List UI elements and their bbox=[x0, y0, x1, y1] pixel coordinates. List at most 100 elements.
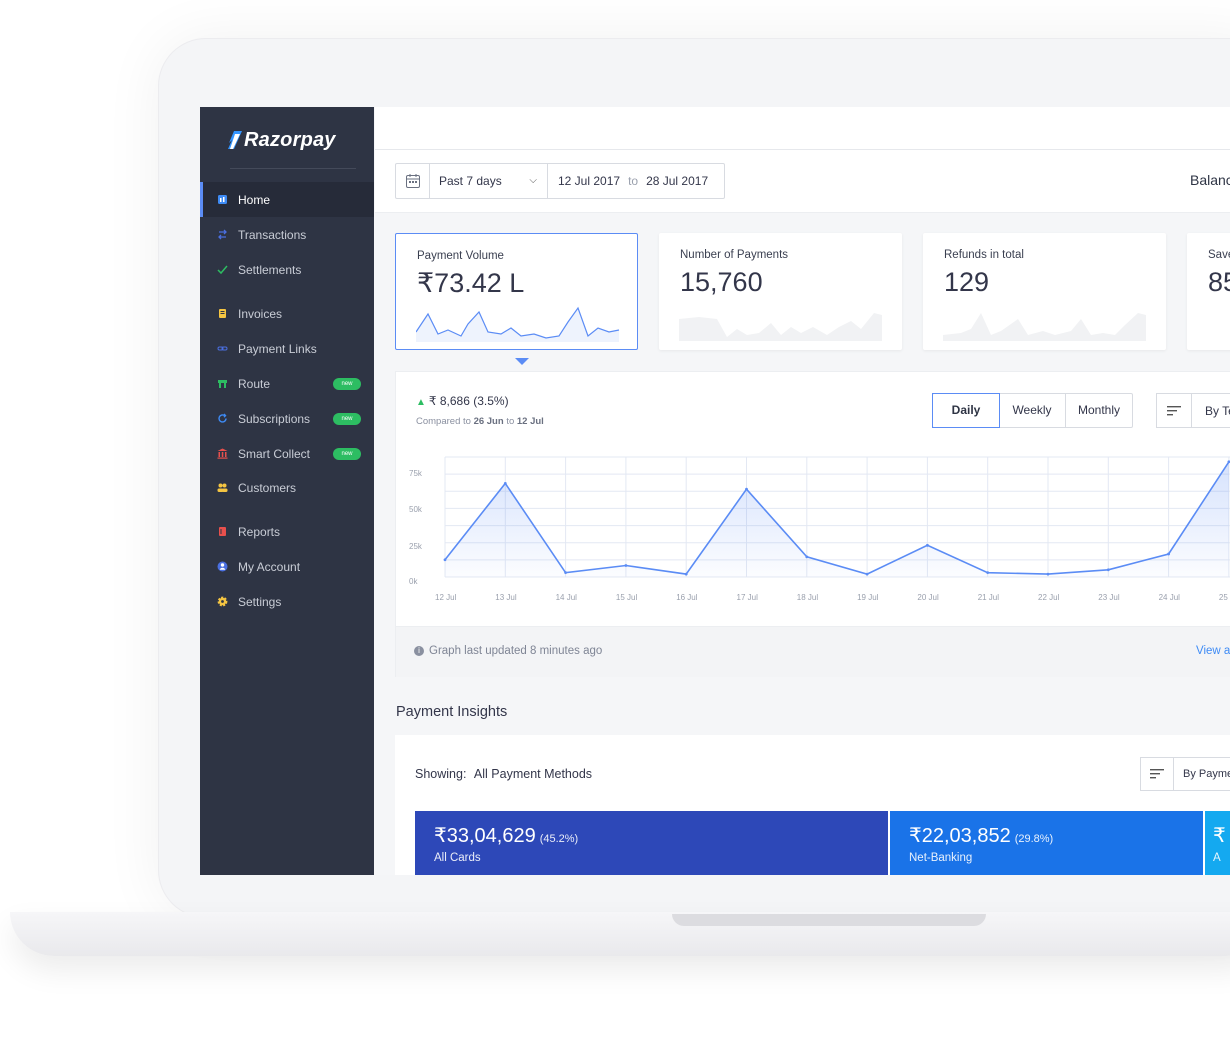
main-content: Past 7 days ⌵ 12 Jul 2017 to 28 Jul 2017… bbox=[375, 107, 1230, 875]
from-date[interactable]: 12 Jul 2017 bbox=[558, 174, 620, 188]
calendar-icon[interactable] bbox=[396, 164, 430, 198]
tile-amount-value: ₹ bbox=[1213, 825, 1226, 847]
data-point-20-jul[interactable] bbox=[926, 543, 929, 547]
card-label: Refunds in total bbox=[944, 249, 1024, 261]
x-tick-label: 23 Jul bbox=[1098, 593, 1120, 602]
sidebar-item-invoices[interactable]: Invoices bbox=[200, 296, 374, 331]
new-badge: new bbox=[333, 412, 361, 425]
refresh-icon bbox=[218, 413, 227, 423]
x-tick-label: 14 Jul bbox=[556, 593, 578, 602]
y-tick-label: 25k bbox=[409, 542, 423, 551]
to-label: to bbox=[628, 174, 639, 188]
insight-tile-netbanking[interactable]: ₹22,03,852 (29.8%) Net-Banking bbox=[890, 811, 1203, 875]
data-point-16-jul[interactable] bbox=[684, 572, 688, 576]
sidebar-item-transactions[interactable]: Transactions bbox=[200, 217, 374, 252]
range-select[interactable]: Past 7 days ⌵ bbox=[430, 164, 548, 198]
card-label: Payment Volume bbox=[417, 250, 504, 262]
data-point-12-jul[interactable] bbox=[443, 558, 447, 562]
to-date[interactable]: 28 Jul 2017 bbox=[646, 174, 708, 188]
top-bar bbox=[375, 107, 1230, 150]
customers-icon bbox=[217, 483, 228, 492]
gear-icon bbox=[217, 596, 228, 607]
data-point-23-jul[interactable] bbox=[1106, 568, 1110, 572]
laptop-base bbox=[10, 912, 1230, 956]
sidebar-item-label: Smart Collect bbox=[238, 446, 311, 461]
tile-amount: ₹33,04,629 (45.2%) bbox=[434, 823, 578, 848]
view-all-link[interactable]: View a bbox=[1196, 645, 1230, 657]
sidebar-item-subscriptions[interactable]: Subscriptions new bbox=[200, 401, 374, 436]
razorpay-logo-icon bbox=[228, 131, 242, 149]
data-point-22-jul[interactable] bbox=[1046, 572, 1050, 576]
savings-card[interactable]: Save 85 bbox=[1187, 233, 1230, 350]
date-inputs: 12 Jul 2017 to 28 Jul 2017 bbox=[548, 174, 708, 188]
showing-label: Showing: bbox=[415, 767, 467, 781]
sidebar-item-payment-links[interactable]: Payment Links bbox=[200, 331, 374, 366]
sidebar-item-settlements[interactable]: Settlements bbox=[200, 252, 374, 287]
filter-bar: Past 7 days ⌵ 12 Jul 2017 to 28 Jul 2017… bbox=[375, 150, 1230, 213]
data-point-19-jul[interactable] bbox=[865, 572, 869, 576]
sidebar-item-label: Subscriptions bbox=[238, 411, 311, 426]
sidebar-item-smart-collect[interactable]: Smart Collect new bbox=[200, 436, 374, 471]
card-label: Number of Payments bbox=[680, 249, 789, 261]
data-point-18-jul[interactable] bbox=[805, 555, 809, 559]
sidebar-item-label: Payment Links bbox=[238, 341, 317, 356]
card-value: ₹73.42 L bbox=[417, 268, 525, 298]
sidebar-item-reports[interactable]: Reports bbox=[200, 514, 374, 549]
tile-amount: ₹ bbox=[1213, 823, 1226, 848]
sidebar-item-label: Customers bbox=[238, 480, 297, 495]
refunds-card[interactable]: Refunds in total 129 bbox=[923, 233, 1166, 350]
tile-amount-value: ₹22,03,852 bbox=[909, 825, 1011, 847]
tile-percent: (29.8%) bbox=[1014, 833, 1054, 845]
data-point-15-jul[interactable] bbox=[624, 564, 628, 567]
refunds-sparkline bbox=[943, 313, 1146, 341]
insights-title: Payment Insights bbox=[396, 704, 508, 720]
insight-tile-other[interactable]: ₹ A bbox=[1205, 811, 1230, 875]
compared-to-word: to bbox=[506, 416, 515, 427]
logo[interactable]: Razorpay bbox=[228, 125, 336, 155]
series-line bbox=[444, 461, 1230, 575]
range-select-value: Past 7 days bbox=[439, 174, 502, 188]
data-point-24-jul[interactable] bbox=[1167, 552, 1170, 556]
graph-filter-label: By Te bbox=[1205, 403, 1230, 418]
sidebar-item-home[interactable]: Home bbox=[200, 182, 374, 217]
showing-value: All Payment Methods bbox=[473, 767, 593, 781]
sidebar-item-label: Settlements bbox=[238, 262, 302, 277]
chevron-down-icon: ⌵ bbox=[529, 175, 537, 186]
insight-tile-cards[interactable]: ₹33,04,629 (45.2%) All Cards bbox=[415, 811, 888, 875]
graph-updated-info: i Graph last updated 8 minutes ago bbox=[414, 645, 602, 657]
payment-volume-sparkline bbox=[416, 306, 620, 342]
home-icon bbox=[218, 195, 227, 204]
tab-monthly[interactable]: Monthly bbox=[1066, 394, 1132, 427]
delta-amount: ₹ 8,686 bbox=[428, 394, 470, 408]
data-point-14-jul[interactable] bbox=[564, 571, 567, 575]
tile-amount: ₹22,03,852 (29.8%) bbox=[909, 823, 1053, 848]
graph-panel: ▲ ₹ 8,686 (3.5%) Compared to 26 Jun to 12… bbox=[395, 371, 1230, 677]
logo-text: Razorpay bbox=[244, 128, 336, 151]
sidebar-item-customers[interactable]: Customers bbox=[200, 470, 374, 505]
y-tick-label: 0k bbox=[409, 577, 418, 586]
sidebar-item-route[interactable]: Route new bbox=[200, 366, 374, 401]
sidebar: Razorpay Home Transactions Settlements I… bbox=[200, 107, 374, 875]
graph-filter-dropdown[interactable]: By Te bbox=[1156, 393, 1230, 428]
invoice-icon bbox=[219, 309, 226, 318]
tile-percent: (45.2%) bbox=[539, 833, 579, 845]
compared-to: 12 Jul bbox=[516, 416, 544, 427]
x-tick-label: 19 Jul bbox=[857, 593, 879, 602]
number-of-payments-card[interactable]: Number of Payments 15,760 bbox=[659, 233, 902, 350]
data-point-13-jul[interactable] bbox=[503, 482, 507, 485]
sort-icon bbox=[1141, 758, 1174, 790]
tile-name: A bbox=[1213, 852, 1221, 864]
sidebar-item-my-account[interactable]: My Account bbox=[200, 549, 374, 584]
data-point-17-jul[interactable] bbox=[745, 487, 748, 491]
data-point-21-jul[interactable] bbox=[986, 571, 990, 575]
payment-method-filter[interactable]: By Payme bbox=[1140, 757, 1230, 791]
y-tick-label: 75k bbox=[409, 469, 423, 478]
x-tick-label: 24 Jul bbox=[1159, 593, 1181, 602]
compared-text: Compared to 26 Jun to 12 Jul bbox=[416, 416, 544, 427]
payment-volume-card[interactable]: Payment Volume ₹73.42 L bbox=[395, 233, 638, 350]
x-tick-label: 15 Jul bbox=[616, 593, 638, 602]
sidebar-item-settings[interactable]: Settings bbox=[200, 584, 374, 619]
tab-weekly[interactable]: Weekly bbox=[999, 394, 1066, 427]
tab-daily[interactable]: Daily bbox=[932, 393, 1000, 428]
y-tick-label: 50k bbox=[409, 505, 423, 514]
